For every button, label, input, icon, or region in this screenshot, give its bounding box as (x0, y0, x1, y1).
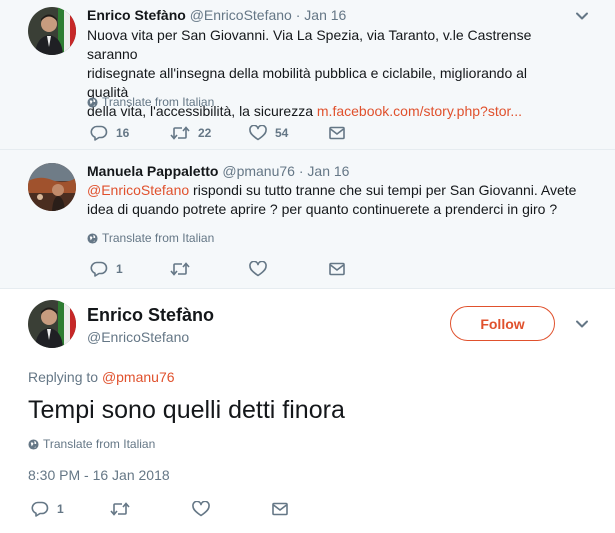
direct-message-button[interactable] (272, 502, 288, 516)
tweet-text: @EnricoStefano rispondi su tutto tranne … (87, 181, 577, 219)
like-icon (192, 501, 210, 517)
reply-icon (90, 261, 108, 277)
mail-icon (329, 126, 345, 140)
reply-button[interactable]: 1 (90, 261, 170, 277)
separator: · (298, 163, 304, 179)
reply-count: 1 (116, 262, 123, 276)
translate-label[interactable]: Translate from Italian (102, 231, 214, 245)
globe-icon (87, 232, 98, 244)
tweet-date[interactable]: Jan 16 (307, 163, 349, 179)
main-tweet: Enrico Stefàno @EnricoStefano Follow Rep… (0, 288, 615, 533)
tweet-header: Enrico Stefàno @EnricoStefano · Jan 16 (87, 7, 346, 23)
replying-to: Replying to @pmanu76 (28, 369, 175, 385)
chevron-down-icon[interactable] (575, 317, 589, 331)
tweet-link[interactable]: m.facebook.com/story.php?stor... (317, 103, 522, 119)
author-handle[interactable]: @EnricoStefano (87, 329, 189, 345)
translate-link[interactable]: Translate from Italian (28, 437, 155, 451)
retweet-button[interactable] (170, 261, 249, 277)
tweet-date[interactable]: Jan 16 (304, 7, 346, 23)
retweet-icon (170, 126, 190, 140)
like-count: 54 (275, 126, 289, 140)
globe-icon (87, 96, 98, 108)
action-bar: 1 (31, 501, 288, 517)
reply-button[interactable]: 16 (90, 125, 170, 141)
reply-count: 1 (57, 502, 64, 516)
action-bar: 1 (90, 261, 345, 277)
translate-label[interactable]: Translate from Italian (43, 437, 155, 451)
author-name[interactable]: Enrico Stefàno (87, 7, 186, 23)
tweet-timestamp[interactable]: 8:30 PM - 16 Jan 2018 (28, 467, 170, 483)
reply-icon (90, 125, 108, 141)
tweet-header: Manuela Pappaletto @pmanu76 · Jan 16 (87, 163, 349, 179)
retweet-button[interactable]: 22 (170, 125, 249, 141)
tweet-text-fragment: rispondi su tutto tranne che sui tempi p… (189, 182, 577, 198)
author-name[interactable]: Enrico Stefàno (87, 305, 214, 326)
reply-button[interactable]: 1 (31, 501, 110, 517)
reply-count: 16 (116, 126, 130, 140)
retweet-button[interactable] (110, 501, 192, 517)
translate-link[interactable]: Translate from Italian (87, 231, 214, 245)
retweet-icon (110, 502, 130, 516)
author-handle[interactable]: @pmanu76 (222, 163, 295, 179)
tweet-text-line: idea di quando potrete aprire ? per quan… (87, 201, 558, 217)
author-name[interactable]: Manuela Pappaletto (87, 163, 218, 179)
like-button[interactable]: 54 (249, 125, 329, 141)
direct-message-button[interactable] (329, 126, 345, 140)
avatar[interactable] (28, 163, 76, 211)
retweet-count: 22 (198, 126, 212, 140)
tweet-text-line: @EnricoStefano rispondi su tutto tranne … (87, 181, 577, 200)
translate-link[interactable]: Translate from Italian (87, 95, 214, 109)
mail-icon (329, 262, 345, 276)
like-icon (249, 261, 267, 277)
follow-button[interactable]: Follow (450, 306, 555, 341)
translate-label[interactable]: Translate from Italian (102, 95, 214, 109)
action-bar: 16 22 54 (90, 125, 345, 141)
replying-prefix: Replying to (28, 369, 102, 385)
tweet-card[interactable]: Manuela Pappaletto @pmanu76 · Jan 16 @En… (0, 150, 615, 288)
mention-link[interactable]: @EnricoStefano (87, 182, 189, 198)
like-button[interactable] (192, 501, 272, 517)
direct-message-button[interactable] (329, 262, 345, 276)
mail-icon (272, 502, 288, 516)
avatar[interactable] (28, 7, 76, 55)
replying-to-link[interactable]: @pmanu76 (102, 369, 175, 385)
retweet-icon (170, 262, 190, 276)
reply-icon (31, 501, 49, 517)
tweet-text-line: Nuova vita per San Giovanni. Via La Spez… (87, 27, 532, 62)
like-button[interactable] (249, 261, 329, 277)
chevron-down-icon[interactable] (575, 9, 589, 23)
like-icon (249, 125, 267, 141)
author-handle[interactable]: @EnricoStefano (190, 7, 292, 23)
tweet-card[interactable]: Enrico Stefàno @EnricoStefano · Jan 16 N… (0, 0, 615, 150)
globe-icon (28, 438, 39, 450)
separator: · (295, 7, 301, 23)
avatar[interactable] (28, 300, 76, 348)
tweet-text: Tempi sono quelli detti finora (28, 396, 345, 424)
